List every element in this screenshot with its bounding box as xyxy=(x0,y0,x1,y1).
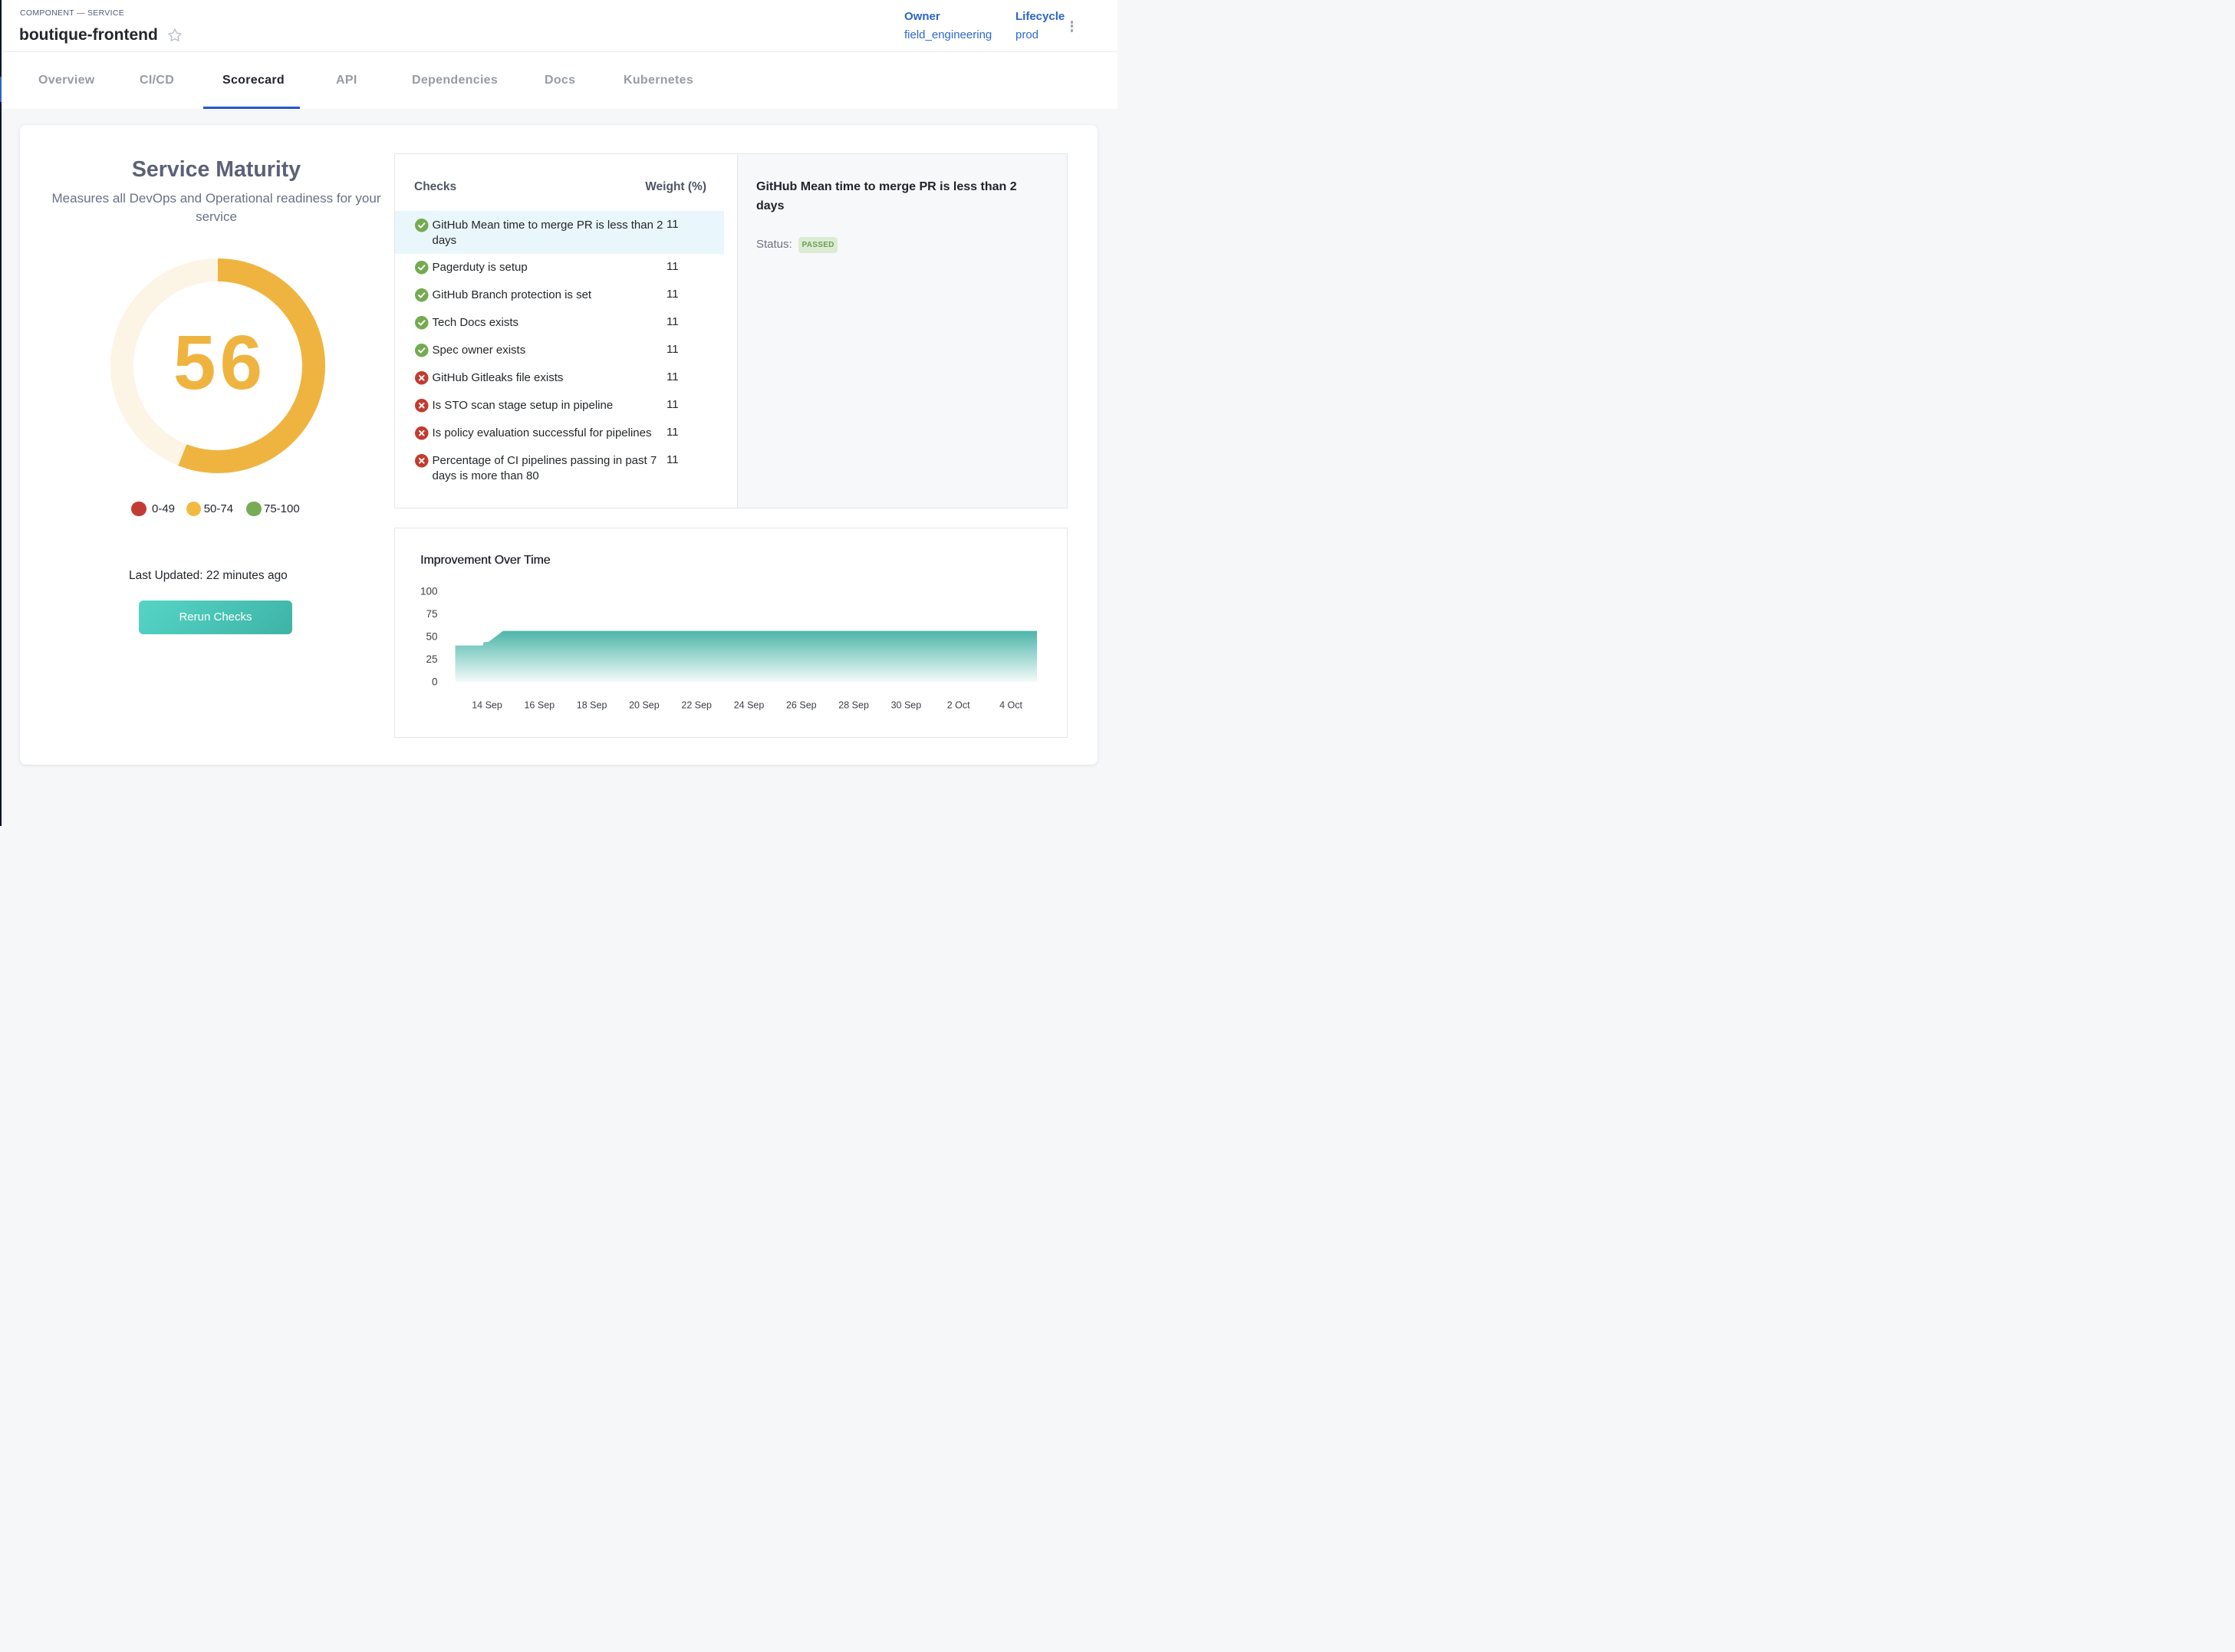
svg-text:100: 100 xyxy=(420,585,438,597)
svg-text:0: 0 xyxy=(432,676,438,687)
svg-text:4 Oct: 4 Oct xyxy=(999,700,1022,711)
svg-text:24 Sep: 24 Sep xyxy=(734,700,765,711)
svg-text:22 Sep: 22 Sep xyxy=(681,700,712,711)
svg-text:14 Sep: 14 Sep xyxy=(472,700,502,711)
svg-text:75: 75 xyxy=(426,608,437,620)
svg-text:2 Oct: 2 Oct xyxy=(947,700,970,711)
svg-text:18 Sep: 18 Sep xyxy=(577,700,607,711)
svg-text:28 Sep: 28 Sep xyxy=(838,700,869,711)
svg-text:30 Sep: 30 Sep xyxy=(891,700,922,711)
svg-text:16 Sep: 16 Sep xyxy=(524,700,555,711)
svg-text:25: 25 xyxy=(426,653,437,665)
svg-text:26 Sep: 26 Sep xyxy=(786,700,817,711)
svg-text:20 Sep: 20 Sep xyxy=(629,700,660,711)
svg-text:50: 50 xyxy=(426,630,437,642)
